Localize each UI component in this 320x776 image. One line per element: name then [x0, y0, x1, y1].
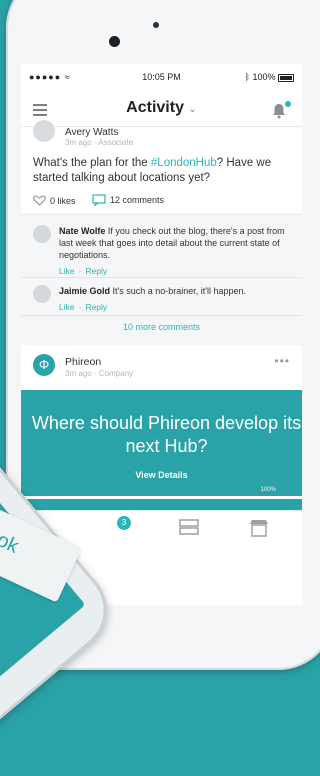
- avatar[interactable]: [33, 285, 51, 303]
- post-meta: 3m ago · Associate: [65, 138, 134, 147]
- front-camera: [109, 36, 120, 47]
- ok-button-label: ok: [0, 528, 22, 558]
- post-text: What's the plan for the #LondonHub? Have…: [33, 156, 291, 186]
- tab-store-icon[interactable]: [249, 519, 269, 537]
- comment-actions: Like · Reply: [59, 301, 291, 313]
- promo-title: Where should Phireon develop its next Hu…: [31, 413, 302, 456]
- comment-icon: [92, 194, 106, 206]
- tab-feed-icon[interactable]: [179, 519, 199, 535]
- company-post-meta: 3m ago · Company: [65, 369, 134, 378]
- battery-icon: [278, 73, 294, 82]
- comment-divider: [21, 277, 302, 278]
- comment-author[interactable]: Jaimie Gold: [59, 286, 110, 296]
- notification-dot: [285, 101, 291, 107]
- comment-reply-link[interactable]: Reply: [85, 266, 107, 276]
- comment-like-link[interactable]: Like: [59, 266, 75, 276]
- more-comments-link[interactable]: 10 more comments: [21, 322, 302, 332]
- comment-separator: ·: [78, 266, 82, 276]
- more-options-icon[interactable]: •••: [274, 354, 290, 368]
- post-actions: 0 likes 12 comments: [33, 194, 178, 208]
- view-details-button[interactable]: View Details: [21, 470, 302, 480]
- status-bar: ●●●●● ≈ 10:05 PM ᛒ 100%: [21, 64, 302, 88]
- app-header: Activity ⌄: [21, 88, 302, 127]
- comments-section: Nate Wolfe If you check out the blog, th…: [21, 214, 302, 345]
- comment-body: Nate Wolfe If you check out the blog, th…: [59, 225, 291, 277]
- comment-like-link[interactable]: Like: [59, 302, 75, 312]
- post-text-start: What's the plan for the: [33, 157, 151, 169]
- promo-card[interactable]: Where should Phireon develop its next Hu…: [21, 390, 302, 510]
- heart-icon: [33, 195, 46, 206]
- post-author[interactable]: Avery Watts: [65, 127, 118, 138]
- progress-fill: [21, 496, 302, 499]
- comment-author[interactable]: Nate Wolfe: [59, 226, 105, 236]
- comment-separator: ·: [78, 302, 82, 312]
- battery-status: ᛒ 100%: [245, 72, 294, 82]
- progress-bar: [21, 496, 302, 499]
- hashtag-link[interactable]: #LondonHub: [151, 157, 217, 169]
- chevron-down-icon: ⌄: [188, 104, 197, 115]
- page-title-text: Activity: [126, 99, 184, 116]
- comment-actions: Like · Reply: [59, 265, 291, 277]
- comment-divider: [21, 315, 302, 316]
- speaker-dot: [153, 22, 159, 28]
- like-button[interactable]: 0 likes: [33, 195, 76, 206]
- likes-count: 0 likes: [50, 195, 76, 206]
- comments-count: 12 comments: [110, 195, 165, 205]
- comments-button[interactable]: 12 comments: [92, 194, 164, 206]
- tab-badge: 3: [117, 516, 131, 530]
- avatar[interactable]: [33, 225, 51, 243]
- company-name[interactable]: Phireon: [65, 356, 101, 368]
- comment-text: It's such a no-brainer, it'll happen.: [112, 286, 247, 296]
- page-title[interactable]: Activity ⌄: [21, 99, 302, 117]
- comment-body: Jaimie Gold It's such a no-brainer, it'l…: [59, 285, 291, 313]
- phireon-logo-icon[interactable]: Φ: [33, 354, 55, 376]
- progress-label: 100%: [260, 487, 276, 493]
- avatar[interactable]: [33, 120, 55, 142]
- company-post-header: Φ Phireon 3m ago · Company •••: [21, 346, 302, 386]
- comment-reply-link[interactable]: Reply: [85, 302, 107, 312]
- app-screen: ●●●●● ≈ 10:05 PM ᛒ 100% Activity ⌄ Avery…: [21, 64, 302, 605]
